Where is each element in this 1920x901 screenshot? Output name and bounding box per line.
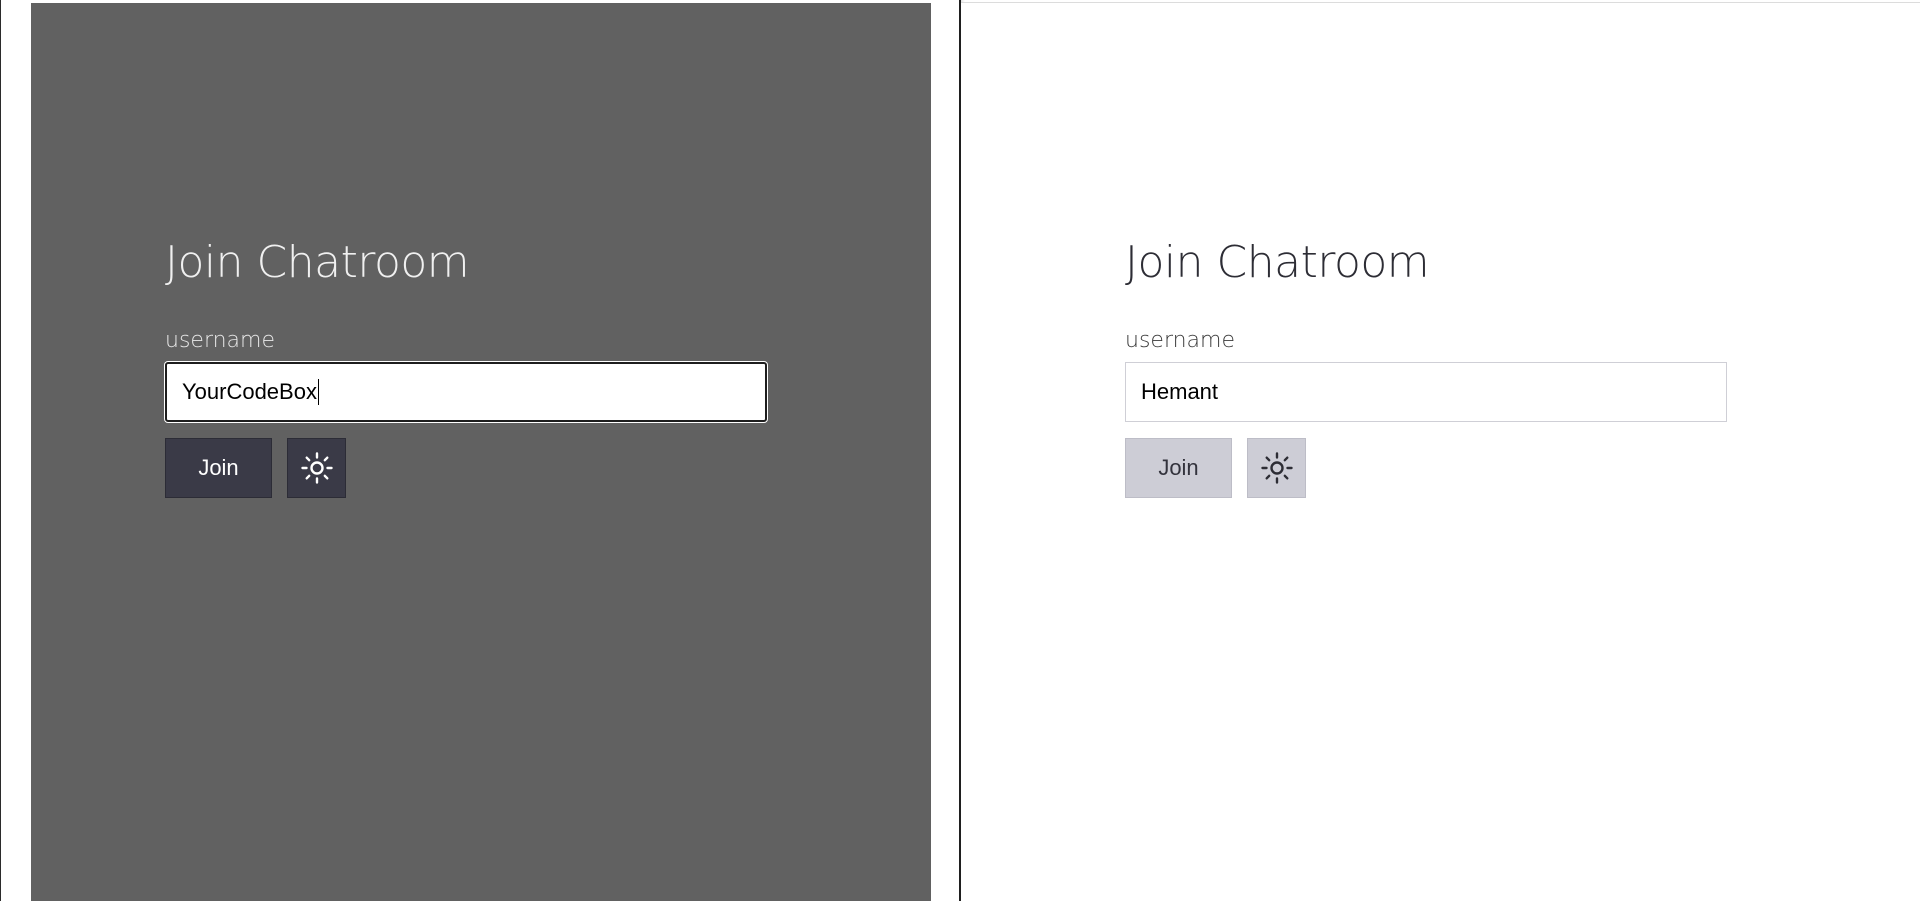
- button-row: Join: [165, 438, 767, 498]
- username-label: username: [1125, 328, 1235, 353]
- sun-icon: [300, 451, 334, 485]
- dark-theme-pane: Join Chatroom username YourCodeBox Join: [31, 3, 931, 901]
- left-border: [0, 0, 1, 901]
- join-button-label: Join: [1158, 455, 1199, 480]
- theme-toggle-button[interactable]: [287, 438, 346, 498]
- join-button[interactable]: Join: [165, 438, 272, 498]
- sun-icon: [1260, 451, 1294, 485]
- join-form: Join Chatroom username YourCodeBox Join: [165, 233, 767, 498]
- username-input[interactable]: Hemant: [1125, 362, 1727, 422]
- username-input[interactable]: YourCodeBox: [165, 362, 767, 422]
- page-frame: Join Chatroom username YourCodeBox Join: [0, 0, 1920, 901]
- page-title: Join Chatroom: [165, 237, 470, 288]
- username-input-value: YourCodeBox: [182, 379, 317, 404]
- join-form: Join Chatroom username Hemant Join: [1125, 233, 1727, 498]
- join-button-label: Join: [198, 455, 239, 480]
- join-button[interactable]: Join: [1125, 438, 1232, 498]
- light-theme-pane: Join Chatroom username Hemant Join: [961, 3, 1920, 901]
- text-caret: [317, 379, 319, 405]
- username-input-value: Hemant: [1141, 379, 1219, 404]
- page-title: Join Chatroom: [1125, 237, 1430, 288]
- button-row: Join: [1125, 438, 1727, 498]
- username-label: username: [165, 328, 275, 353]
- theme-toggle-button[interactable]: [1247, 438, 1306, 498]
